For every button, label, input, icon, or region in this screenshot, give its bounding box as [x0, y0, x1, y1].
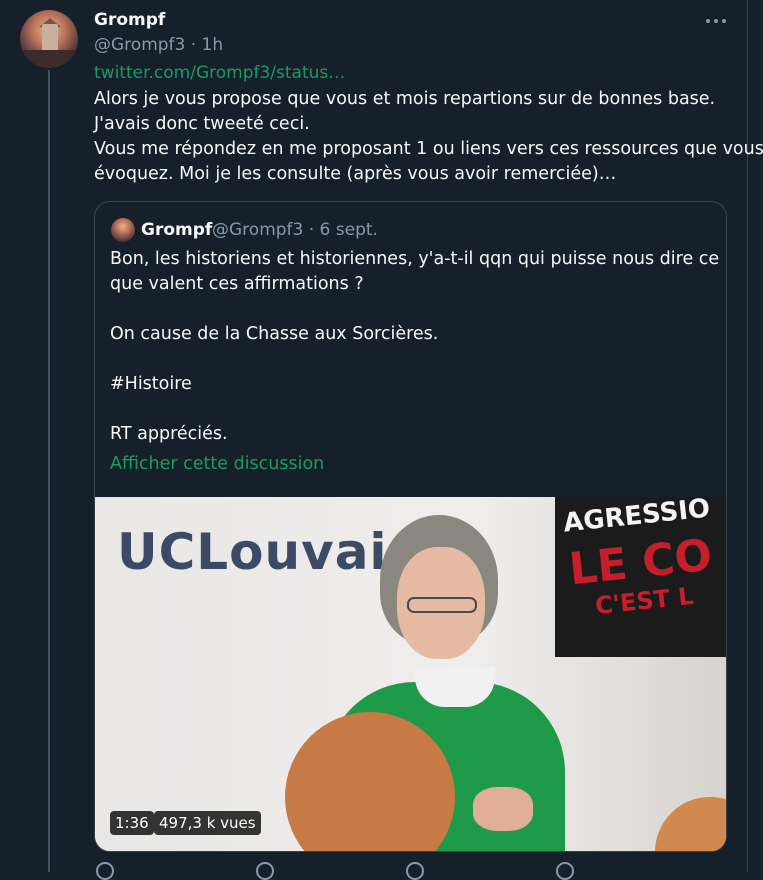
retweet-icon[interactable]: [256, 862, 274, 880]
quoted-handle-date: @Grompf3 · 6 sept.: [212, 220, 378, 240]
author-handle-time[interactable]: @Grompf3 · 1h: [94, 34, 223, 56]
tweet-line: Vous me répondez en me proposant 1 ou li…: [94, 139, 763, 159]
tweet-text: Alors je vous propose que vous et mois r…: [94, 87, 763, 187]
avatar[interactable]: [20, 10, 78, 68]
video-views-badge: 497,3 k vues: [154, 811, 261, 835]
video-duration-badge: 1:36: [110, 811, 154, 835]
status-link[interactable]: twitter.com/Grompf3/status…: [94, 62, 345, 84]
quoted-avatar: [111, 218, 135, 242]
more-dot: [706, 19, 710, 23]
more-dot: [714, 19, 718, 23]
show-thread-link[interactable]: Afficher cette discussion: [110, 452, 324, 477]
speaker-glasses: [407, 597, 477, 613]
more-dot: [722, 19, 726, 23]
video-banner: AGRESSIO LE CO C'EST L: [555, 497, 726, 657]
quoted-text: Bon, les historiens et historiennes, y'a…: [110, 247, 720, 447]
video-media[interactable]: UCLouvain AGRESSIO LE CO C'EST L 1:36 49…: [95, 497, 726, 851]
share-icon[interactable]: [556, 862, 574, 880]
quoted-line: Bon, les historiens et historiennes, y'a…: [110, 249, 720, 269]
quoted-author-name: Grompf: [141, 220, 213, 240]
tweet-line: Alors je vous propose que vous et mois r…: [94, 89, 716, 109]
thread-line: [48, 70, 50, 872]
like-icon[interactable]: [406, 862, 424, 880]
speaker-collar: [415, 667, 495, 707]
quoted-line: que valent ces affirmations ?: [110, 274, 364, 294]
column-divider: [747, 0, 748, 872]
quoted-line: On cause de la Chasse aux Sorcières.: [110, 324, 439, 344]
hashtag-link[interactable]: #Histoire: [110, 372, 710, 397]
video-logo-text: UCLouvain: [117, 523, 425, 581]
quoted-line: RT appréciés.: [110, 424, 228, 444]
speaker-hand: [473, 787, 533, 831]
more-horizontal-icon[interactable]: [705, 10, 727, 32]
avatar-ground: [20, 50, 78, 68]
tweet-line: évoquez. Moi je les consulte (après vous…: [94, 164, 617, 184]
author-name[interactable]: Grompf: [94, 9, 165, 31]
avatar-chapel: [42, 24, 58, 52]
quoted-tweet-card[interactable]: Grompf @Grompf3 · 6 sept. Bon, les histo…: [94, 201, 727, 852]
reply-icon[interactable]: [96, 862, 114, 880]
tweet-line: J'avais donc tweeté ceci.: [94, 114, 310, 134]
